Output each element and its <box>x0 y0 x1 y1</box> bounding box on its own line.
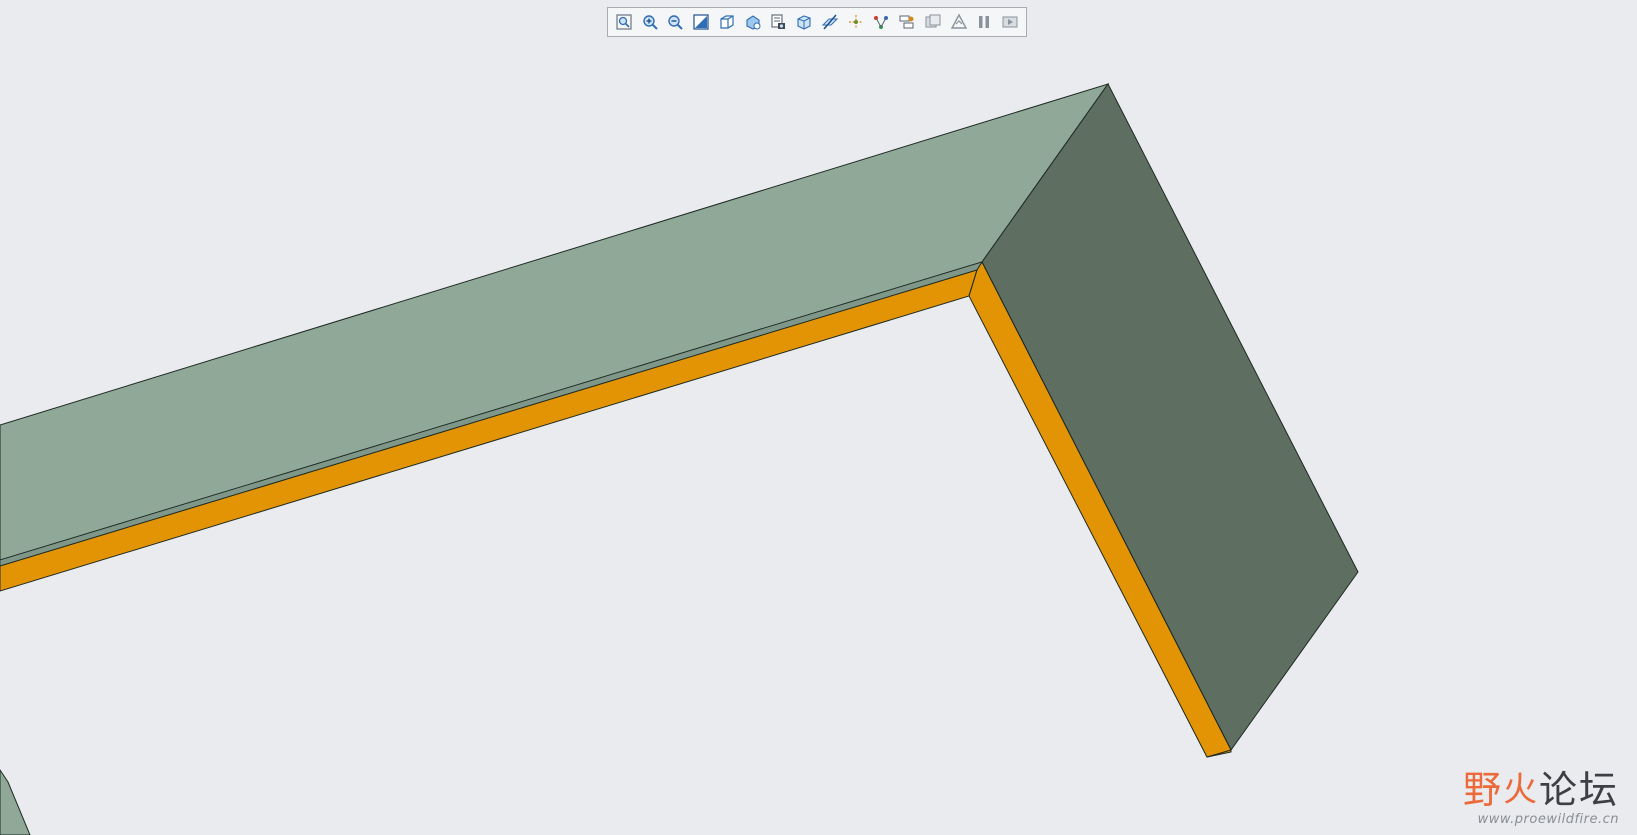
watermark-chars-luntan: 论坛 <box>1538 768 1619 812</box>
zoom-in-button[interactable] <box>638 9 662 35</box>
appearance-button[interactable] <box>921 9 945 35</box>
refit-button[interactable] <box>612 9 636 35</box>
spin-center-button[interactable] <box>895 9 919 35</box>
watermark-url: www.proewildfire.cn <box>1477 812 1619 827</box>
watermark-char-huo: 火 <box>1502 770 1539 810</box>
repaint-button[interactable] <box>689 9 713 35</box>
section-icon <box>821 14 839 30</box>
forum-watermark: 野 火 论坛 www.proewildfire.cn <box>1463 770 1619 827</box>
section-button[interactable] <box>818 9 842 35</box>
spin-center-icon <box>899 15 914 29</box>
zoom-out-button[interactable] <box>664 9 688 35</box>
display-style-button[interactable] <box>715 9 739 35</box>
graphics-toolbar <box>607 7 1027 37</box>
pause-icon <box>979 16 990 28</box>
datum-display-icon <box>848 15 863 29</box>
zoom-out-icon <box>668 15 684 30</box>
zoom-fit-icon <box>616 14 632 30</box>
view-manager-icon <box>771 14 786 29</box>
perspective-icon <box>797 15 811 30</box>
annotation-display-button[interactable] <box>870 9 894 35</box>
next-button[interactable] <box>998 9 1022 35</box>
perspective-view-button[interactable] <box>792 9 816 35</box>
pause-button[interactable] <box>973 9 997 35</box>
view-manager-button[interactable] <box>767 9 791 35</box>
regenerate-button[interactable] <box>947 9 971 35</box>
appearance-icon <box>925 14 941 28</box>
zoom-in-icon <box>642 15 658 30</box>
repaint-icon <box>693 14 709 30</box>
watermark-char-ye: 野 <box>1462 768 1503 812</box>
saved-orientations-button[interactable] <box>741 9 765 35</box>
regenerate-icon <box>950 13 967 29</box>
saved-orientations-icon <box>746 15 761 30</box>
datum-display-button[interactable] <box>844 9 868 35</box>
watermark-logo-text: 野 火 论坛 <box>1463 770 1619 810</box>
annotation-display-icon <box>874 16 889 29</box>
model-viewport[interactable] <box>0 0 1637 835</box>
display-style-icon <box>720 15 734 29</box>
next-icon <box>1002 16 1018 28</box>
